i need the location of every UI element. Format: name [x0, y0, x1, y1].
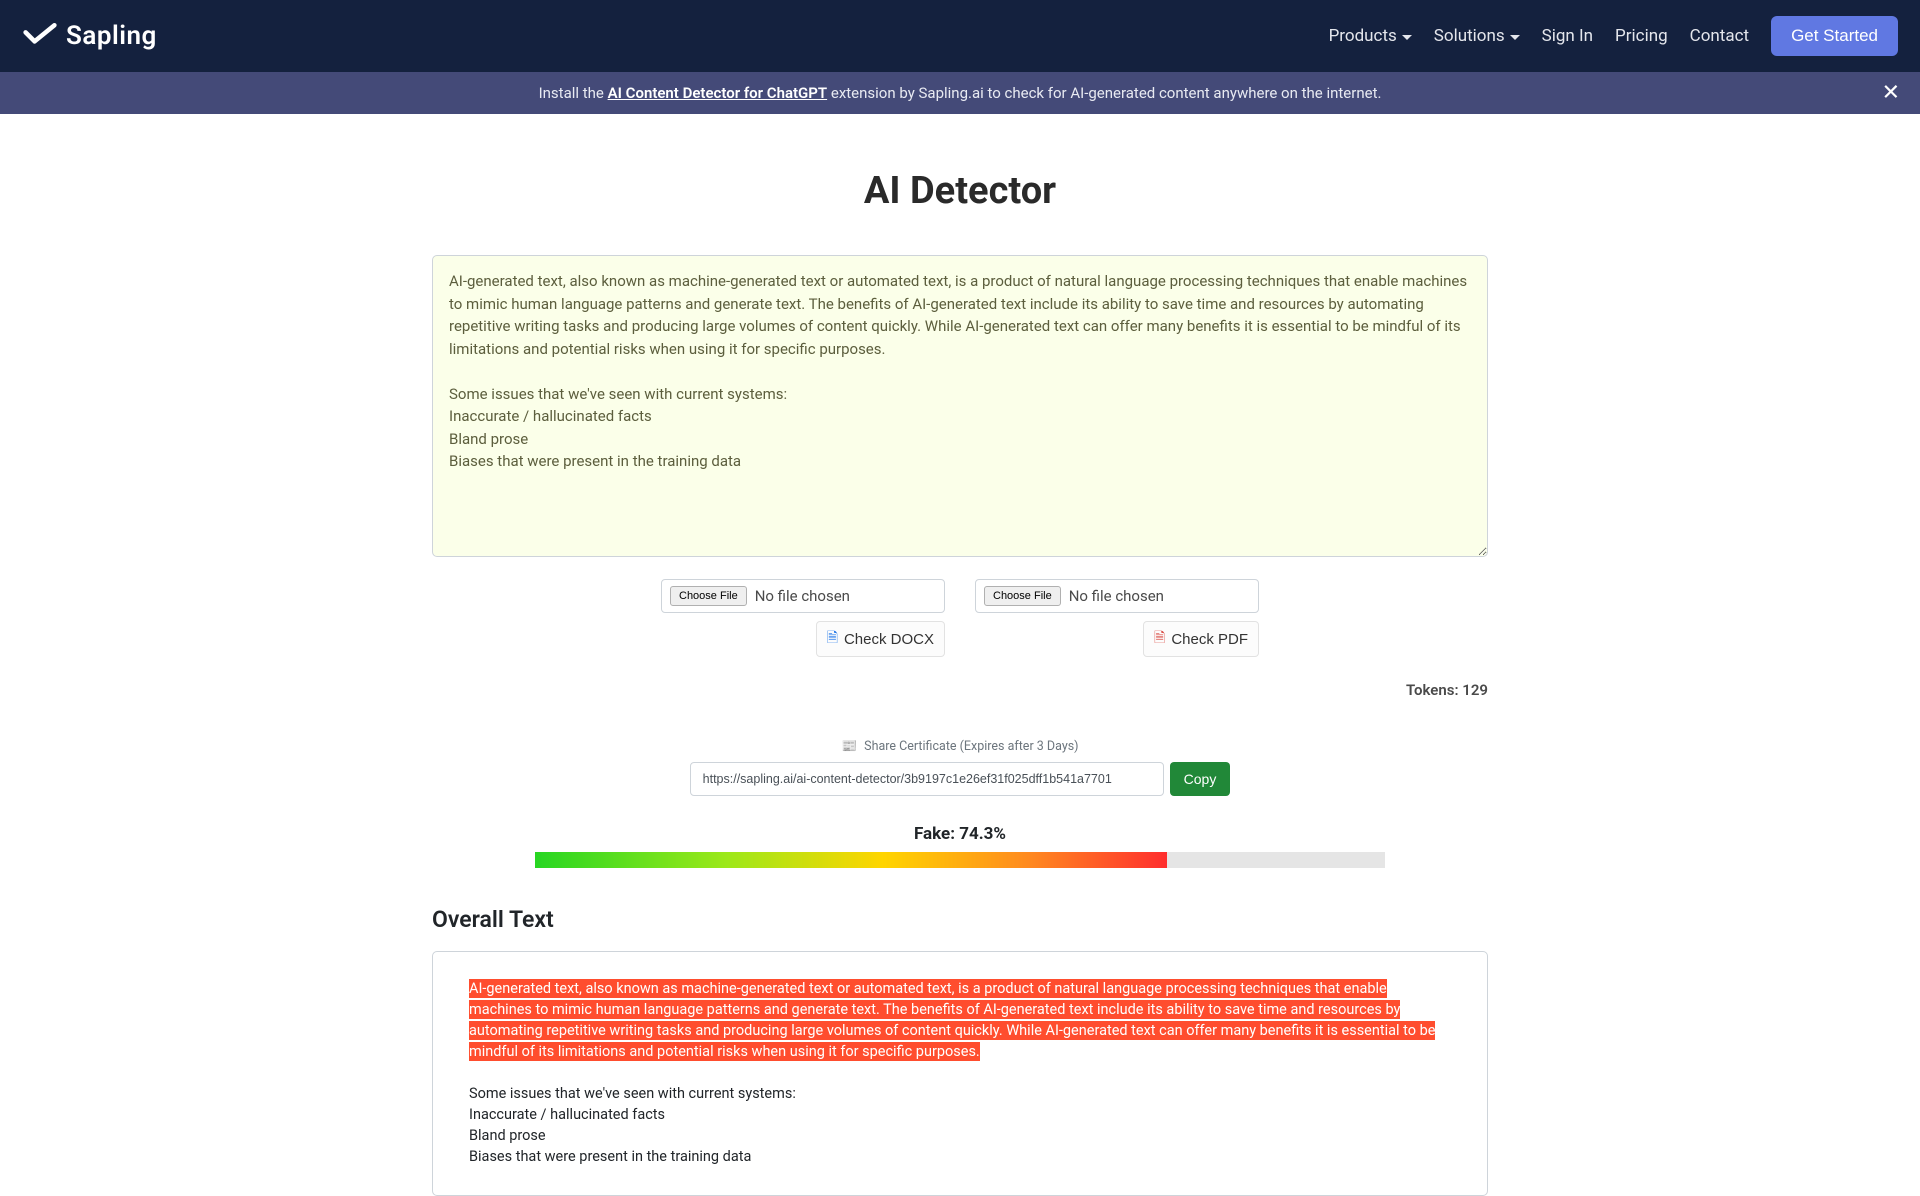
main-content: AI Detector AI-generated text, also know… — [432, 114, 1488, 1196]
tokens-label: Tokens: — [1406, 681, 1462, 699]
nav-pricing[interactable]: Pricing — [1615, 26, 1668, 46]
pdf-file-input[interactable]: Choose File No file chosen — [975, 579, 1259, 613]
fake-score-label: Fake: 74.3% — [432, 824, 1488, 844]
chevron-down-icon — [1402, 35, 1412, 40]
docx-file-status: No file chosen — [755, 587, 850, 605]
banner-text: Install the AI Content Detector for Chat… — [539, 84, 1382, 102]
check-pdf-label: Check PDF — [1171, 631, 1248, 648]
input-textarea[interactable]: AI-generated text, also known as machine… — [432, 255, 1488, 557]
check-pdf-button[interactable]: 🗎 Check PDF — [1143, 621, 1259, 657]
newspaper-icon: 📰 — [841, 739, 857, 754]
nav-contact-label: Contact — [1690, 26, 1749, 46]
get-started-button[interactable]: Get Started — [1771, 16, 1898, 56]
brand-name: Sapling — [66, 21, 157, 51]
sapling-logo-icon — [22, 22, 58, 50]
docx-file-input[interactable]: Choose File No file chosen — [661, 579, 945, 613]
overall-text-result: AI-generated text, also known as machine… — [432, 951, 1488, 1196]
fake-score-bar — [535, 852, 1385, 868]
nav-sign-in[interactable]: Sign In — [1542, 26, 1593, 46]
docx-upload-block: Choose File No file chosen 🗎 Check DOCX — [661, 579, 945, 657]
choose-file-docx-button[interactable]: Choose File — [670, 586, 747, 606]
choose-file-pdf-button[interactable]: Choose File — [984, 586, 1061, 606]
pdf-icon: 🗎 — [1154, 627, 1165, 651]
nav-solutions[interactable]: Solutions — [1434, 26, 1520, 46]
pdf-upload-block: Choose File No file chosen 🗎 Check PDF — [975, 579, 1259, 657]
banner-link[interactable]: AI Content Detector for ChatGPT — [608, 84, 828, 102]
check-docx-button[interactable]: 🗎 Check DOCX — [816, 621, 945, 657]
tokens-value: 129 — [1462, 681, 1488, 699]
install-banner: Install the AI Content Detector for Chat… — [0, 72, 1920, 114]
nav-products[interactable]: Products — [1329, 26, 1412, 46]
banner-suffix: extension by Sapling.ai to check for AI-… — [831, 84, 1382, 102]
page-title: AI Detector — [432, 169, 1488, 213]
share-url-row: Copy — [432, 762, 1488, 796]
docx-icon: 🗎 — [827, 627, 838, 651]
fake-score-fill — [535, 852, 1167, 868]
nav-contact[interactable]: Contact — [1690, 26, 1749, 46]
check-docx-label: Check DOCX — [844, 631, 934, 648]
tokens-counter: Tokens: 129 — [432, 681, 1488, 699]
file-upload-row: Choose File No file chosen 🗎 Check DOCX … — [432, 579, 1488, 657]
banner-close-icon[interactable]: ✕ — [1882, 81, 1900, 106]
nav-products-label: Products — [1329, 26, 1397, 46]
nav-sign-in-label: Sign In — [1542, 26, 1593, 46]
highlighted-text: AI-generated text, also known as machine… — [469, 979, 1435, 1061]
brand-logo[interactable]: Sapling — [22, 21, 157, 51]
nav-solutions-label: Solutions — [1434, 26, 1505, 46]
banner-prefix: Install the — [539, 84, 608, 102]
nav-pricing-label: Pricing — [1615, 26, 1668, 46]
nav-right: Products Solutions Sign In Pricing Conta… — [1329, 16, 1898, 56]
overall-text-heading: Overall Text — [432, 906, 1488, 933]
share-certificate-row: 📰 Share Certificate (Expires after 3 Day… — [432, 739, 1488, 754]
non-highlighted-text: Some issues that we've seen with current… — [469, 1085, 796, 1165]
chevron-down-icon — [1510, 35, 1520, 40]
navbar: Sapling Products Solutions Sign In Prici… — [0, 0, 1920, 72]
share-url-input[interactable] — [690, 762, 1164, 796]
pdf-file-status: No file chosen — [1069, 587, 1164, 605]
copy-button[interactable]: Copy — [1170, 762, 1231, 796]
share-certificate-label: Share Certificate (Expires after 3 Days) — [864, 739, 1078, 754]
